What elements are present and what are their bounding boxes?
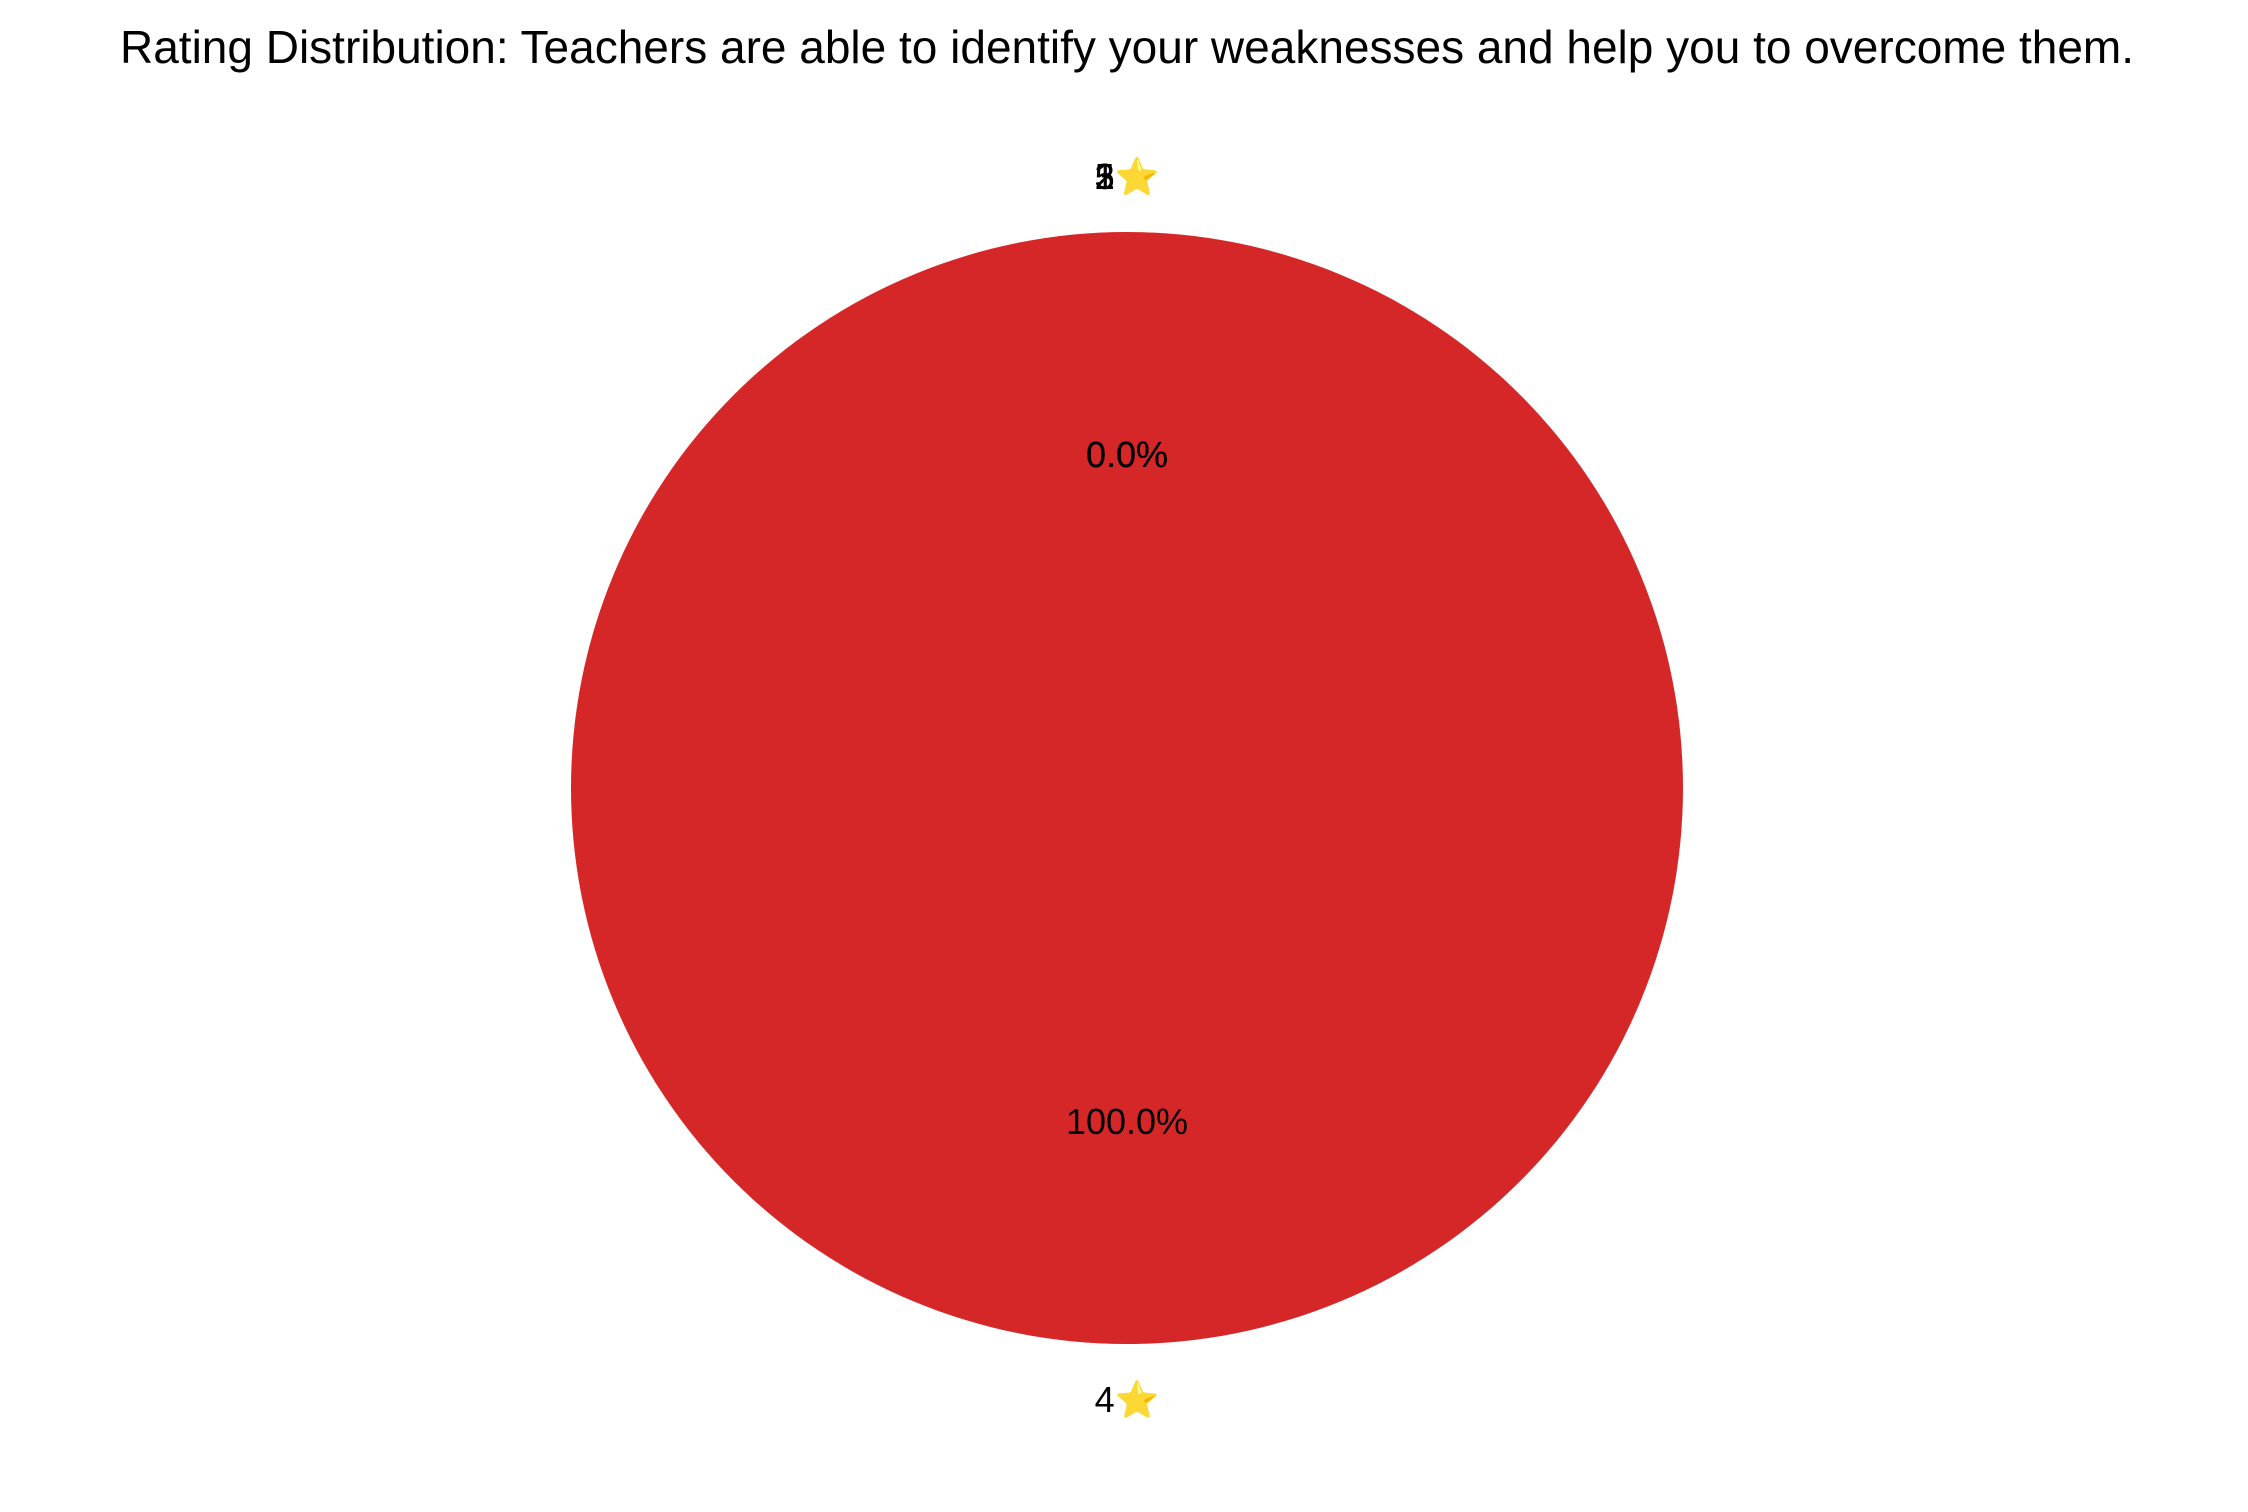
pie-slices: [571, 232, 1683, 1344]
pie-chart-svg: Rating Distribution: Teachers are able t…: [120, 21, 2134, 1420]
chart-title: Rating Distribution: Teachers are able t…: [120, 21, 2134, 73]
percent-label-rating-4: 100.0%: [1066, 1101, 1188, 1142]
percent-label-rating-5: 0.0%: [1086, 434, 1168, 475]
category-label-rating-5: 5⭐: [1095, 156, 1160, 197]
category-label-rating-4: 4⭐: [1095, 1379, 1160, 1420]
pie-slice-rating-4: [571, 232, 1683, 1344]
pie-chart: Rating Distribution: Teachers are able t…: [0, 0, 2248, 1507]
